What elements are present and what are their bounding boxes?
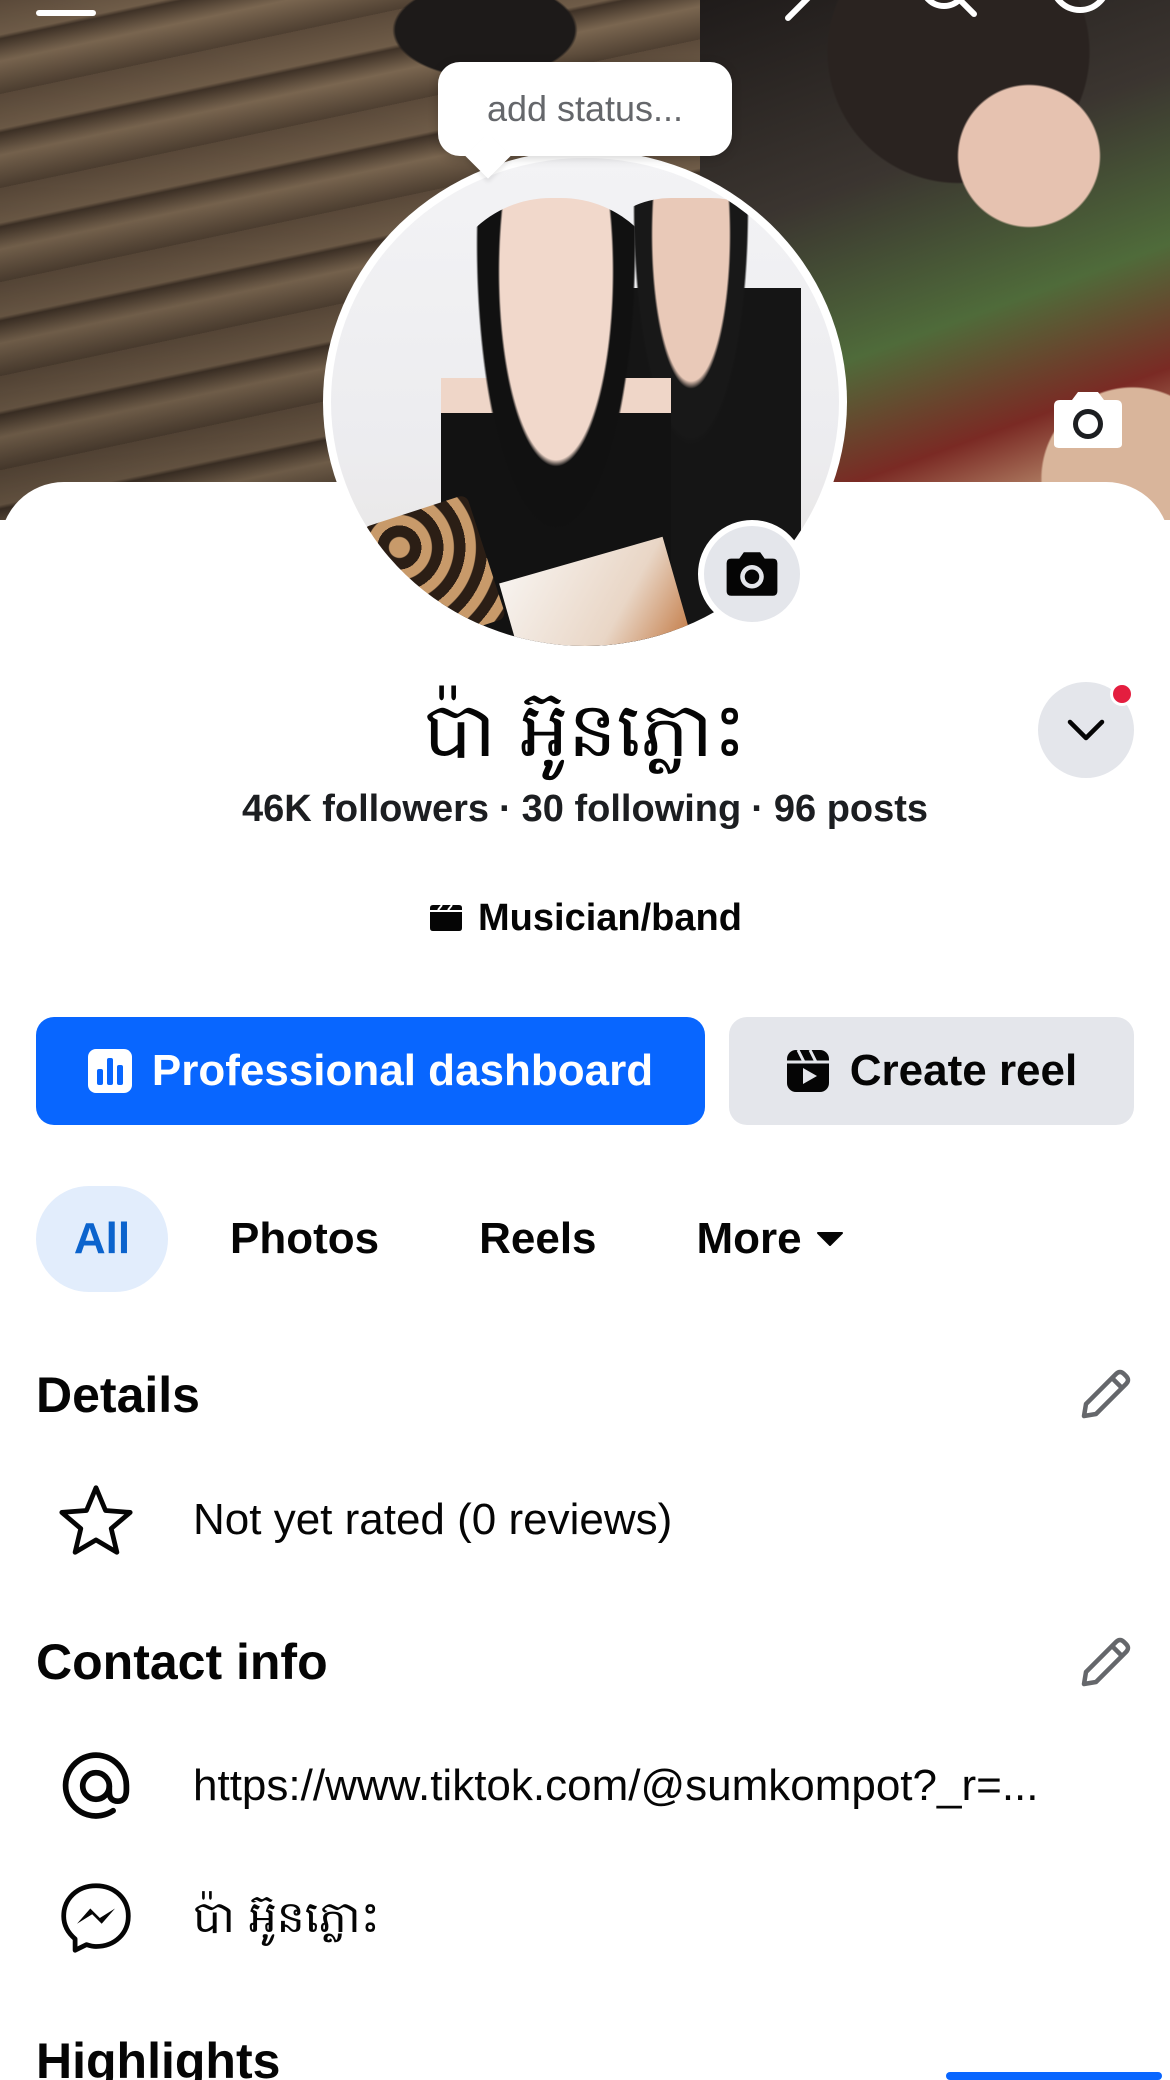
tab-more[interactable]: More: [697, 1186, 844, 1292]
camera-icon: [726, 552, 778, 596]
edit-details-pencil-icon[interactable]: [1076, 1366, 1134, 1424]
search-icon[interactable]: [916, 0, 980, 22]
tab-more-label: More: [696, 1214, 802, 1263]
professional-dashboard-button[interactable]: Professional dashboard: [36, 1017, 705, 1125]
bar-chart-icon: [87, 1049, 132, 1093]
professional-dashboard-label: Professional dashboard: [151, 1046, 654, 1095]
tab-photos[interactable]: Photos: [230, 1186, 379, 1292]
followers-count[interactable]: 46K followers: [242, 788, 489, 830]
cover-camera-icon[interactable]: [1048, 388, 1128, 452]
profile-page: add status... ប៉ា អ៊ូនភ្លោះ 46K follower…: [0, 0, 1170, 2080]
category-label: Musician/band: [478, 897, 742, 939]
following-count[interactable]: 30 following: [522, 788, 742, 830]
profile-stats: 46K followers · 30 following · 96 posts: [0, 784, 1170, 834]
profile-tabs: All Photos Reels More: [36, 1186, 844, 1292]
pencil-icon[interactable]: [780, 0, 844, 22]
scroll-indicator: [946, 2072, 1162, 2080]
add-status-bubble[interactable]: add status...: [438, 62, 732, 156]
clapperboard-icon: [430, 904, 463, 931]
star-icon: [56, 1480, 136, 1560]
highlights-heading: Highlights: [36, 2033, 281, 2080]
website-link[interactable]: https://www.tiktok.com/@sumkompot?_r=...: [193, 1758, 1123, 1814]
profile-name: ប៉ា អ៊ូនភ្លោះ: [423, 685, 747, 774]
profile-settings-icon[interactable]: [1048, 0, 1112, 22]
create-reel-label: Create reel: [849, 1046, 1078, 1095]
notification-dot: [1110, 682, 1134, 706]
edit-contact-pencil-icon[interactable]: [1076, 1634, 1134, 1692]
tab-all[interactable]: All: [36, 1186, 168, 1292]
menu-icon[interactable]: [36, 10, 96, 16]
contact-info-heading: Contact info: [36, 1634, 328, 1690]
messenger-icon: [56, 1878, 136, 1958]
tab-reels[interactable]: Reels: [479, 1186, 596, 1292]
stats-separator: ·: [499, 788, 512, 830]
posts-count[interactable]: 96 posts: [774, 788, 928, 830]
chevron-down-icon: [1067, 719, 1105, 741]
caret-down-icon: [816, 1232, 843, 1246]
stats-separator: ·: [751, 788, 764, 830]
messenger-name[interactable]: ប៉ា អ៊ូនភ្លោះ: [193, 1890, 1123, 1946]
at-sign-icon: [56, 1746, 136, 1826]
rating-text[interactable]: Not yet rated (0 reviews): [193, 1492, 1123, 1548]
reel-icon: [786, 1049, 829, 1092]
avatar-camera-button[interactable]: [698, 520, 806, 628]
profile-category: Musician/band: [0, 893, 1170, 943]
details-heading: Details: [36, 1367, 200, 1423]
create-reel-button[interactable]: Create reel: [729, 1017, 1134, 1125]
